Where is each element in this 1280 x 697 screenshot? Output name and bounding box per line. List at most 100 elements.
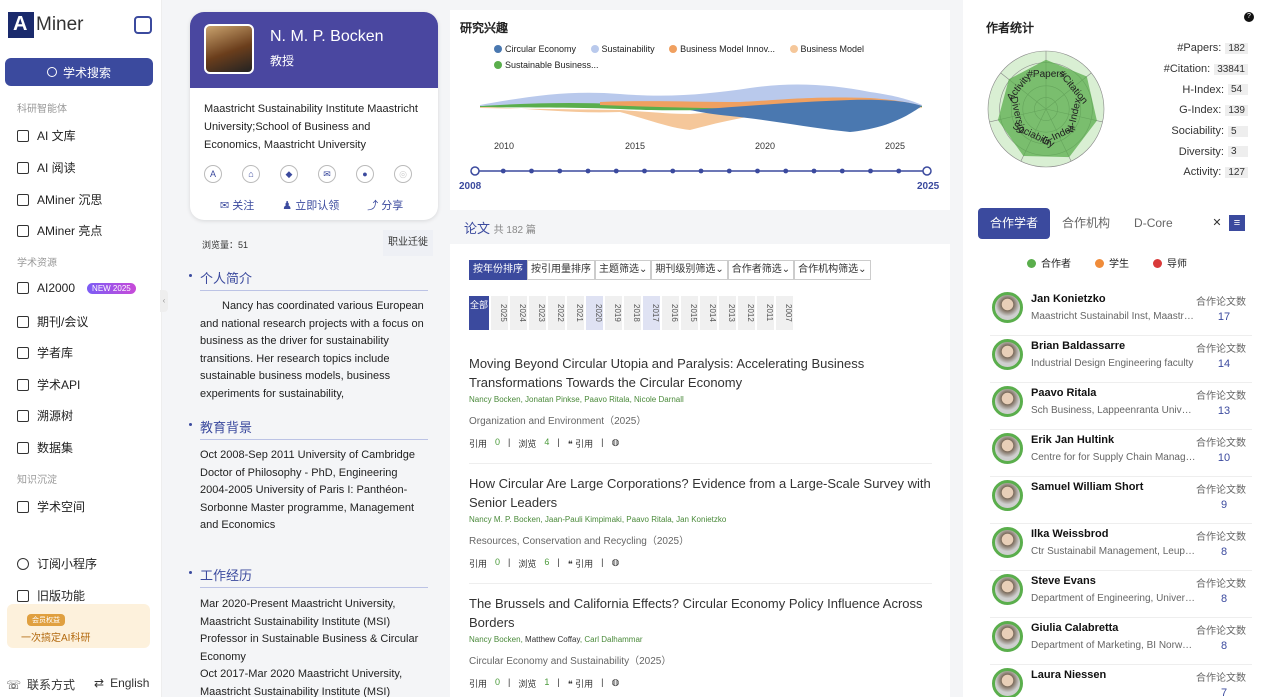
author-link[interactable]: Jonatan Pinkse: [525, 395, 580, 404]
year-filter-2016[interactable]: 2016: [662, 296, 679, 330]
quote-button[interactable]: ❝ 引用: [568, 557, 593, 570]
coauthor-name[interactable]: Jan Konietzko: [1031, 293, 1106, 305]
author-link[interactable]: Matthew Coffay: [525, 635, 580, 644]
coauthor-count[interactable]: 10: [1214, 452, 1234, 464]
paper-title[interactable]: How Circular Are Large Corporations? Evi…: [469, 474, 934, 512]
coauthor-name[interactable]: Laura Niessen: [1031, 669, 1106, 681]
aminer-logo[interactable]: Miner: [8, 12, 84, 38]
sort-by-year[interactable]: 按年份排序: [469, 260, 527, 280]
coauthor-avatar[interactable]: [992, 386, 1023, 417]
year-filter-2020[interactable]: 2020: [586, 296, 603, 330]
weibo-icon[interactable]: ◎: [394, 165, 412, 183]
contact-link[interactable]: ☏ 联系方式: [6, 676, 75, 693]
author-link[interactable]: Jan Konietzko: [676, 515, 726, 524]
coauthor-name[interactable]: Steve Evans: [1031, 575, 1096, 587]
coauthor-avatar[interactable]: [992, 480, 1023, 511]
filter-journal-level[interactable]: 期刊级别筛选⌄: [651, 260, 728, 280]
year-filter-2012[interactable]: 2012: [738, 296, 755, 330]
coauthor-item[interactable]: Jan Konietzko Maastricht Sustainabil Inst…: [990, 289, 1252, 336]
coauthor-avatar[interactable]: [992, 668, 1023, 697]
year-filter-2013[interactable]: 2013: [719, 296, 736, 330]
globe-icon[interactable]: ◍: [611, 677, 619, 690]
coauthor-count[interactable]: 17: [1214, 311, 1234, 323]
network-view-icon[interactable]: ✕: [1209, 215, 1225, 231]
year-filter-2023[interactable]: 2023: [529, 296, 546, 330]
sidebar-item-ai2000[interactable]: AI2000 NEW 2025: [17, 281, 136, 295]
slider-start-handle[interactable]: [470, 166, 480, 176]
sidebar-item-scholars[interactable]: 学者库: [17, 344, 73, 361]
author-link[interactable]: Carl Dalhammar: [584, 635, 642, 644]
author-link[interactable]: Nancy Bocken: [469, 635, 521, 644]
author-link[interactable]: Nancy Bocken: [469, 395, 521, 404]
coauthor-avatar[interactable]: [992, 433, 1023, 464]
year-filter-2011[interactable]: 2011: [757, 296, 774, 330]
coauthor-count[interactable]: 8: [1214, 593, 1234, 605]
year-filter-2015[interactable]: 2015: [681, 296, 698, 330]
coauthor-item[interactable]: Giulia Calabretta Department of Marketing…: [990, 618, 1252, 665]
coauthor-item[interactable]: Ilka Weissbrod Ctr Sustainabil Management…: [990, 524, 1252, 571]
sidebar-item-legacy[interactable]: 旧版功能: [17, 587, 85, 604]
coauthor-count[interactable]: 7: [1214, 687, 1234, 697]
tab-coauthors[interactable]: 合作学者: [978, 208, 1051, 239]
globe-icon[interactable]: ◍: [611, 437, 619, 450]
academic-search-button[interactable]: 学术搜索: [5, 58, 153, 86]
author-link[interactable]: Jaan-Pauli Kimpimaki: [545, 515, 622, 524]
coauthor-name[interactable]: Paavo Ritala: [1031, 387, 1096, 399]
coauthor-avatar[interactable]: [992, 292, 1023, 323]
sidebar-item-aminer-highlights[interactable]: AMiner 亮点: [17, 222, 102, 239]
sidebar-item-trace-tree[interactable]: 溯源树: [17, 407, 73, 424]
coauthor-name[interactable]: Brian Baldassarre: [1031, 340, 1125, 352]
scholar-icon[interactable]: ◆: [280, 165, 298, 183]
follow-button[interactable]: ✉ 关注: [220, 197, 254, 213]
sidebar-item-academic-space[interactable]: 学术空间: [17, 498, 85, 515]
sort-by-citations[interactable]: 按引用量排序: [527, 260, 595, 280]
slider-end-handle[interactable]: [922, 166, 932, 176]
year-filter-2019[interactable]: 2019: [605, 296, 622, 330]
coauthor-item[interactable]: Laura Niessen 合作论文数 7: [990, 665, 1252, 697]
year-filter-2017[interactable]: 2017: [643, 296, 660, 330]
sidebar-item-ai-reading[interactable]: AI 阅读: [17, 159, 76, 176]
list-view-icon[interactable]: ≡: [1229, 215, 1245, 231]
coauthor-count[interactable]: 14: [1214, 358, 1234, 370]
coauthor-item[interactable]: Samuel William Short 合作论文数 9: [990, 477, 1252, 524]
filter-topic[interactable]: 主题筛选⌄: [595, 260, 652, 280]
home-icon[interactable]: ⌂: [242, 165, 260, 183]
year-filter-2021[interactable]: 2021: [567, 296, 584, 330]
location-icon[interactable]: ●: [356, 165, 374, 183]
author-link[interactable]: Paavo Ritala: [584, 395, 629, 404]
coauthor-item[interactable]: Erik Jan Hultink Centre for for Supply Ch…: [990, 430, 1252, 477]
help-icon[interactable]: ?: [1244, 12, 1254, 22]
author-link[interactable]: Paavo Ritala: [626, 515, 671, 524]
sidebar-item-aminer-think[interactable]: AMiner 沉思: [17, 191, 102, 208]
share-button[interactable]: ⤴ 分享: [367, 197, 403, 213]
quote-button[interactable]: ❝ 引用: [568, 437, 593, 450]
app-grid-icon[interactable]: [134, 16, 152, 34]
filter-institution[interactable]: 合作机构筛选⌄: [794, 260, 871, 280]
coauthor-name[interactable]: Erik Jan Hultink: [1031, 434, 1114, 446]
year-filter-2024[interactable]: 2024: [510, 296, 527, 330]
coauthor-name[interactable]: Ilka Weissbrod: [1031, 528, 1108, 540]
sidebar-item-ai-library[interactable]: AI 文库: [17, 127, 76, 144]
sidebar-item-subscribe-miniprogram[interactable]: 订阅小程序: [17, 555, 97, 572]
career-migration-button[interactable]: 职业迁徙: [383, 230, 433, 256]
language-switch[interactable]: ⇄ English: [94, 676, 149, 690]
coauthor-item[interactable]: Paavo Ritala Sch Business, Lappeenranta U…: [990, 383, 1252, 430]
sidebar-collapse-handle[interactable]: ‹: [160, 290, 168, 312]
coauthor-avatar[interactable]: [992, 574, 1023, 605]
coauthor-count[interactable]: 9: [1214, 499, 1234, 511]
filter-coauthor[interactable]: 合作者筛选⌄: [727, 260, 795, 280]
globe-icon[interactable]: ◍: [611, 557, 619, 570]
coauthor-count[interactable]: 8: [1214, 640, 1234, 652]
coauthor-item[interactable]: Brian Baldassarre Industrial Design Engin…: [990, 336, 1252, 383]
coauthor-name[interactable]: Samuel William Short: [1031, 481, 1143, 493]
coauthor-name[interactable]: Giulia Calabretta: [1031, 622, 1118, 634]
year-filter-all[interactable]: 全部: [469, 296, 489, 330]
tab-institutions[interactable]: 合作机构: [1050, 208, 1122, 239]
sidebar-item-journals[interactable]: 期刊/会议: [17, 313, 88, 330]
year-range-slider[interactable]: [470, 166, 932, 176]
year-filter-2025[interactable]: 2025: [491, 296, 508, 330]
author-link[interactable]: Nancy M. P. Bocken: [469, 515, 540, 524]
claim-button[interactable]: ♟ 立即认领: [282, 197, 339, 213]
coauthor-avatar[interactable]: [992, 527, 1023, 558]
author-link[interactable]: Nicole Darnall: [634, 395, 684, 404]
